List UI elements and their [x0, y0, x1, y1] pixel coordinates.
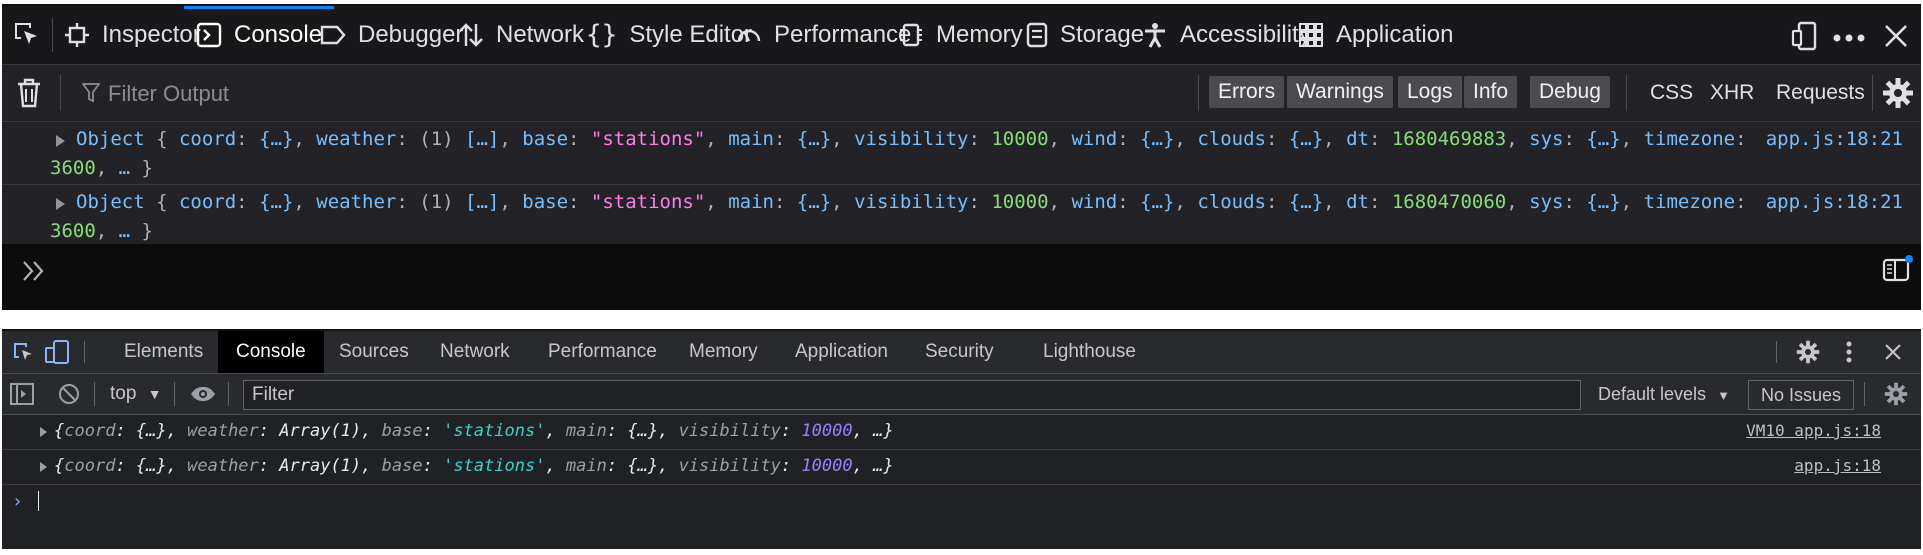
source-link[interactable]: app.js:18:21 — [1766, 191, 1903, 213]
expand-arrow-icon[interactable] — [40, 427, 47, 437]
kebab-menu-icon[interactable] — [1846, 341, 1852, 368]
network-icon — [459, 23, 483, 47]
eye-icon[interactable] — [190, 386, 216, 407]
expand-arrow-icon[interactable] — [56, 135, 65, 147]
trash-icon[interactable] — [16, 78, 42, 113]
filter-css-button[interactable]: CSS — [1650, 81, 1693, 105]
console-message[interactable]: Object { coord: {…}, weather: (1) […], b… — [2, 122, 1921, 185]
gear-icon[interactable] — [1882, 77, 1914, 114]
dropdown-arrow-icon: ▼ — [1717, 388, 1730, 403]
tab-performance[interactable]: Performance — [736, 6, 911, 64]
filter-requests-button[interactable]: Requests — [1776, 81, 1865, 105]
context-selector[interactable]: top ▼ — [110, 383, 162, 405]
tab-sources[interactable]: Sources — [339, 331, 409, 373]
console-message[interactable]: Object { coord: {…}, weather: (1) […], b… — [2, 185, 1921, 248]
close-icon[interactable] — [1884, 343, 1902, 366]
filter-output-input[interactable]: Filter Output — [108, 81, 229, 107]
tab-network[interactable]: Network — [440, 331, 510, 373]
source-link[interactable]: VM10 app.js:18 — [1746, 421, 1881, 440]
tab-inspector[interactable]: Inspector — [64, 6, 201, 64]
filter-errors-button[interactable]: Errors — [1209, 76, 1285, 108]
tab-accessibility[interactable]: Accessibility — [1142, 6, 1311, 64]
console-input[interactable] — [2, 244, 1921, 310]
tab-style-editor[interactable]: {} Style Editor — [586, 6, 752, 64]
debugger-icon — [320, 25, 346, 45]
filter-input[interactable]: Filter — [243, 380, 1581, 410]
storage-icon — [1026, 22, 1048, 48]
tab-memory[interactable]: Memory — [689, 331, 758, 373]
tab-network[interactable]: Network — [458, 6, 584, 64]
tab-elements[interactable]: Elements — [124, 331, 203, 373]
performance-icon — [737, 29, 761, 42]
prompt-chevron-icon: › — [12, 491, 23, 512]
expand-arrow-icon[interactable] — [40, 462, 47, 472]
gear-icon[interactable] — [1796, 340, 1820, 369]
responsive-design-icon[interactable] — [1790, 21, 1820, 56]
memory-icon — [900, 23, 922, 47]
filter-info-button[interactable]: Info — [1464, 76, 1518, 108]
tab-debugger[interactable]: Debugger — [320, 6, 463, 64]
accessibility-icon — [1145, 23, 1165, 48]
dropdown-arrow-icon: ▼ — [147, 386, 162, 402]
double-chevron-icon — [22, 260, 46, 287]
element-picker-icon[interactable] — [12, 20, 40, 53]
inspect-element-icon[interactable] — [12, 341, 34, 368]
close-icon[interactable] — [1884, 24, 1908, 53]
chrome-devtools: Elements Console Sources Network Perform… — [2, 329, 1921, 549]
firefox-devtools: Inspector Console Debugger Network {} St… — [2, 4, 1921, 310]
source-link[interactable]: app.js:18 — [1794, 456, 1881, 475]
filter-xhr-button[interactable]: XHR — [1710, 81, 1754, 105]
console-prompt[interactable]: › — [2, 485, 1921, 525]
tab-security[interactable]: Security — [925, 331, 994, 373]
filter-debug-button[interactable]: Debug — [1530, 76, 1610, 108]
tab-console[interactable]: Console — [218, 331, 324, 373]
filter-warnings-button[interactable]: Warnings — [1287, 76, 1393, 108]
editor-mode-icon[interactable] — [1882, 254, 1914, 289]
filter-logs-button[interactable]: Logs — [1398, 76, 1462, 108]
console-message[interactable]: {coord: {…}, weather: Array(1), base: 's… — [2, 450, 1921, 485]
firefox-console-toolbar: Filter Output Errors Warnings Logs Info … — [2, 65, 1921, 122]
tab-performance[interactable]: Performance — [548, 331, 657, 373]
text-cursor — [38, 491, 39, 511]
console-message[interactable]: {coord: {…}, weather: Array(1), base: 's… — [2, 415, 1921, 450]
expand-arrow-icon[interactable] — [56, 198, 65, 210]
style-editor-icon: {} — [586, 20, 618, 50]
default-levels-dropdown[interactable]: Default levels ▼ — [1598, 384, 1730, 405]
tab-lighthouse[interactable]: Lighthouse — [1043, 331, 1136, 373]
chrome-tab-bar: Elements Console Sources Network Perform… — [2, 331, 1921, 374]
tab-storage[interactable]: Storage — [1026, 6, 1144, 64]
tab-application[interactable]: Application — [795, 331, 888, 373]
issues-button[interactable]: No Issues — [1748, 380, 1855, 410]
sidebar-toggle-icon[interactable] — [10, 383, 34, 410]
chrome-console-toolbar: top ▼ Filter Default levels ▼ No Issues — [2, 374, 1921, 415]
clear-console-icon[interactable] — [58, 383, 80, 410]
filter-icon — [81, 83, 101, 108]
tab-memory[interactable]: Memory — [898, 6, 1023, 64]
console-icon — [196, 22, 222, 48]
application-icon — [1299, 23, 1323, 47]
inspector-icon — [65, 23, 89, 47]
more-options-icon[interactable] — [1832, 30, 1866, 48]
source-link[interactable]: app.js:18:21 — [1766, 128, 1903, 150]
tab-console[interactable]: Console — [184, 6, 335, 64]
firefox-tab-bar: Inspector Console Debugger Network {} St… — [2, 6, 1921, 65]
console-settings-gear-icon[interactable] — [1884, 382, 1908, 411]
device-toolbar-icon[interactable] — [44, 340, 70, 369]
tab-application[interactable]: Application — [1298, 6, 1453, 64]
